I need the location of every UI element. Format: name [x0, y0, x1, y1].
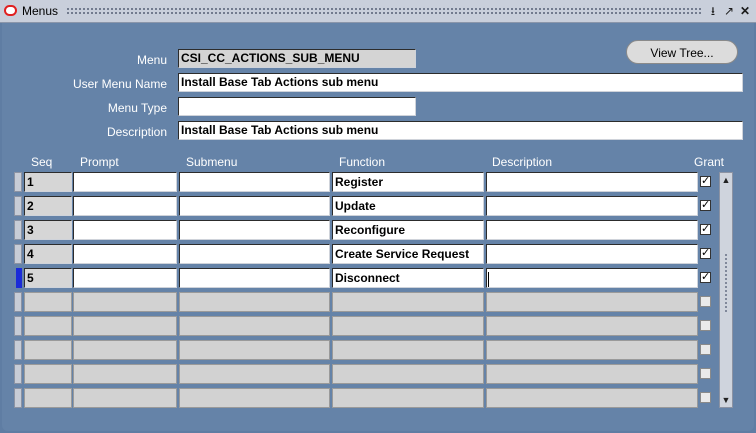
submenu-cell[interactable]	[179, 268, 330, 288]
description-field[interactable]: Install Base Tab Actions sub menu	[178, 121, 743, 140]
row-selector[interactable]	[14, 316, 22, 336]
function-cell[interactable]: Create Service Request	[332, 244, 484, 264]
function-cell[interactable]: Update	[332, 196, 484, 216]
function-cell[interactable]: Disconnect	[332, 268, 484, 288]
submenu-cell[interactable]	[179, 316, 330, 336]
column-header-seq: Seq	[31, 155, 53, 169]
submenu-cell[interactable]	[179, 388, 330, 408]
description-cell[interactable]	[486, 244, 698, 264]
seq-cell[interactable]	[24, 316, 72, 336]
oracle-app-icon	[4, 5, 17, 16]
prompt-cell[interactable]	[73, 364, 177, 384]
scroll-grip[interactable]	[724, 253, 728, 313]
description-label: Description	[106, 125, 167, 139]
prompt-cell[interactable]	[73, 316, 177, 336]
prompt-cell[interactable]	[73, 292, 177, 312]
text-cursor	[488, 272, 489, 287]
scroll-down-icon[interactable]: ▼	[720, 393, 732, 407]
column-header-prompt: Prompt	[80, 155, 119, 169]
prompt-cell[interactable]	[73, 196, 177, 216]
description-cell[interactable]	[486, 316, 698, 336]
description-cell[interactable]	[486, 220, 698, 240]
grant-checkbox[interactable]	[700, 320, 711, 331]
menu-field[interactable]: CSI_CC_ACTIONS_SUB_MENU	[178, 49, 416, 68]
maximize-icon[interactable]: ↗	[722, 3, 736, 19]
seq-cell[interactable]: 1	[24, 172, 72, 192]
prompt-cell[interactable]	[73, 244, 177, 264]
row-selector[interactable]	[14, 172, 22, 192]
grant-checkbox[interactable]	[700, 392, 711, 403]
function-cell[interactable]	[332, 340, 484, 360]
prompt-cell[interactable]	[73, 220, 177, 240]
submenu-cell[interactable]	[179, 220, 330, 240]
menus-window: Menus ⭳ ↗ ✕ Menu CSI_CC_ACTIONS_SUB_MENU…	[0, 0, 756, 433]
row-selector[interactable]	[14, 196, 22, 216]
scroll-up-icon[interactable]: ▲	[720, 173, 732, 187]
seq-cell[interactable]: 5	[24, 268, 72, 288]
description-cell[interactable]	[486, 268, 698, 288]
function-cell[interactable]: Register	[332, 172, 484, 192]
seq-cell[interactable]	[24, 292, 72, 312]
window-title: Menus	[22, 4, 59, 18]
row-selector[interactable]	[14, 244, 22, 264]
menu-type-label: Menu Type	[107, 101, 167, 115]
prompt-cell[interactable]	[73, 388, 177, 408]
grant-checkbox[interactable]	[700, 368, 711, 379]
function-cell[interactable]	[332, 316, 484, 336]
submenu-cell[interactable]	[179, 292, 330, 312]
column-header-description: Description	[492, 155, 553, 169]
grant-checkbox[interactable]	[700, 344, 711, 355]
title-bar[interactable]: Menus ⭳ ↗ ✕	[0, 0, 756, 23]
grant-checkbox[interactable]	[700, 296, 711, 307]
row-selector[interactable]	[14, 388, 22, 408]
seq-cell[interactable]: 3	[24, 220, 72, 240]
description-cell[interactable]	[486, 340, 698, 360]
seq-cell[interactable]	[24, 340, 72, 360]
grant-checkbox[interactable]: ✓	[700, 176, 711, 187]
submenu-cell[interactable]	[179, 172, 330, 192]
prompt-cell[interactable]	[73, 340, 177, 360]
seq-cell[interactable]	[24, 388, 72, 408]
description-cell[interactable]	[486, 364, 698, 384]
row-selector[interactable]	[16, 268, 22, 288]
seq-cell[interactable]	[24, 364, 72, 384]
row-selector[interactable]	[14, 292, 22, 312]
title-grip	[66, 7, 702, 15]
function-cell[interactable]	[332, 364, 484, 384]
row-selector[interactable]	[14, 220, 22, 240]
close-icon[interactable]: ✕	[738, 3, 752, 19]
grant-checkbox[interactable]: ✓	[700, 224, 711, 235]
menu-type-field[interactable]	[178, 97, 416, 116]
row-selector[interactable]	[14, 340, 22, 360]
column-header-function: Function	[339, 155, 386, 169]
function-cell[interactable]: Reconfigure	[332, 220, 484, 240]
grant-checkbox[interactable]: ✓	[700, 272, 711, 283]
description-cell[interactable]	[486, 196, 698, 216]
submenu-cell[interactable]	[179, 196, 330, 216]
row-selector[interactable]	[14, 364, 22, 384]
minimize-icon[interactable]: ⭳	[706, 3, 720, 19]
description-cell[interactable]	[486, 388, 698, 408]
column-header-submenu: Submenu	[186, 155, 238, 169]
prompt-cell[interactable]	[73, 268, 177, 288]
submenu-cell[interactable]	[179, 244, 330, 264]
submenu-cell[interactable]	[179, 340, 330, 360]
function-cell[interactable]	[332, 292, 484, 312]
description-cell[interactable]	[486, 292, 698, 312]
submenu-cell[interactable]	[179, 364, 330, 384]
grant-checkbox[interactable]: ✓	[700, 200, 711, 211]
grant-checkbox[interactable]: ✓	[700, 248, 711, 259]
menu-label: Menu	[136, 53, 167, 67]
user-menu-name-field[interactable]: Install Base Tab Actions sub menu	[178, 73, 743, 92]
column-header-grant: Grant	[694, 155, 725, 169]
prompt-cell[interactable]	[73, 172, 177, 192]
function-cell[interactable]	[332, 388, 484, 408]
seq-cell[interactable]: 4	[24, 244, 72, 264]
description-cell[interactable]	[486, 172, 698, 192]
vertical-scrollbar[interactable]: ▲ ▼	[719, 172, 733, 408]
view-tree-button[interactable]: View Tree...	[626, 40, 738, 64]
seq-cell[interactable]: 2	[24, 196, 72, 216]
user-menu-name-label: User Menu Name	[72, 77, 167, 91]
